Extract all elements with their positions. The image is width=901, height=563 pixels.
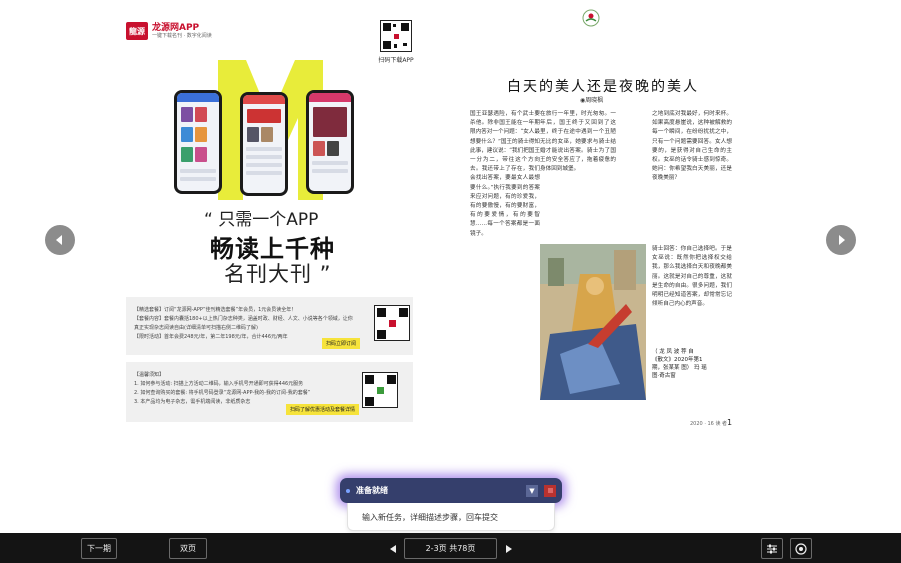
article-credit: （ 龙 凤 波 荐 自 《散文》2020年第1 期，张某某 图） 玛 瑶 图·奇… — [652, 348, 752, 380]
next-page-toolbar-icon[interactable] — [506, 545, 512, 553]
target-icon — [795, 542, 807, 555]
right-page: 白天的美人还是夜晚的美人 ◉周晓枫 国王亚瑟遇险，有个武士要杀他。除非国王能在一… — [430, 0, 770, 428]
article-title: 白天的美人还是夜晚的美人 — [507, 79, 699, 95]
article-author: ◉周晓枫 — [580, 97, 604, 104]
reader-stage: 龍源 龙源网APP 一键下载名刊 · 数字化阅读 扫码下载APP “ 只需一个A… — [0, 0, 901, 533]
page-indicator[interactable]: 2-3页 共78页 — [404, 538, 497, 559]
double-page-button[interactable]: 双页 — [169, 538, 207, 559]
stop-icon — [547, 488, 553, 493]
promo-text-line: 真正实现杂志阅读自由(详细清单可扫描右侧二维码了解) — [134, 325, 258, 331]
credit-line: 《散文》2020年第1 — [652, 357, 703, 363]
subscribe-qr — [374, 305, 410, 341]
prev-page-button[interactable] — [45, 225, 75, 255]
target-button[interactable] — [790, 538, 812, 559]
phone-mockup-left — [174, 90, 222, 194]
slogan-line-1: “ 只需一个APP — [204, 210, 319, 230]
article-column-3: 之地到底对我最好，何时来杯。如果高度悬崖说，这种被解救的每一个瞬间，在纷纷扰扰之… — [652, 111, 732, 182]
details-qr — [362, 372, 398, 408]
settings-button[interactable] — [761, 538, 783, 559]
credit-line: 期，张某某 图） 玛 瑶 — [652, 365, 707, 371]
promo-text-line: 【套餐内容】套餐内囊括180+以上热门杂志种类，涵盖时政、财经、人文、小说等各个… — [134, 316, 353, 322]
brand-name: 龙源网APP — [152, 22, 200, 33]
brand-logo: 龍源 — [126, 22, 148, 40]
notice-text-line: 1. 如何参与活动: 扫描上方活动二维码，输入手机号开通即可获得446元服务 — [134, 381, 304, 387]
brand-header: 龍源 龙源网APP 一键下载名刊 · 数字化阅读 — [126, 22, 212, 40]
page-footer-mark: 2020 · 16 读 者 — [690, 421, 728, 427]
article-painting — [540, 244, 646, 400]
phone-mockup-right — [306, 90, 354, 194]
bottom-toolbar: 下一期 双页 2-3页 共78页 — [0, 533, 901, 563]
chevron-left-icon — [56, 235, 62, 245]
chevron-down-icon[interactable]: ▼ — [526, 484, 538, 497]
notice-promo: 【温馨须知】 1. 如何参与活动: 扫描上方活动二维码，输入手机号开通即可获得4… — [126, 362, 413, 422]
assistant-status-bar: 准备就绪 ▼ — [340, 478, 562, 503]
slogan-line-3: 名刊大刊 ” — [224, 262, 332, 286]
notice-text-line: 2. 如何查询购买的套餐: 将手机号码登录“龙源网-APP-我的-我的订阅-我的… — [134, 390, 311, 396]
prev-page-toolbar-icon[interactable] — [390, 545, 396, 553]
app-download-qr — [380, 20, 412, 52]
phone-mockup-center — [240, 92, 288, 196]
next-page-button[interactable] — [826, 225, 856, 255]
left-page: 龍源 龙源网APP 一键下载名刊 · 数字化阅读 扫码下载APP “ 只需一个A… — [112, 0, 430, 428]
sliders-icon — [767, 544, 777, 553]
details-cta: 扫码了解优惠活动及套餐详情 — [286, 404, 360, 415]
article-column-4: 骑士回答：你自己选择吧。于是女巫说：既然你把选择权交给我，那么我选择白天和夜晚都… — [652, 246, 732, 308]
article-column-1: 国王亚瑟遇险，有个武士要杀他。除非国王能在一年期限内答对一个问题：“女人最想要什… — [470, 111, 540, 237]
status-dot-icon — [346, 488, 350, 493]
subscribe-cta: 扫码立即订阅 — [322, 338, 361, 349]
article-column-2: 在旅行一年里，时光匆匆。一年后，国王终于又回到了这里，终于在途中遇到一个丑陋无比… — [540, 111, 616, 173]
qr-caption: 扫码下载APP — [378, 57, 414, 64]
stop-button[interactable] — [544, 484, 556, 497]
assistant-status: 准备就绪 — [356, 486, 388, 495]
next-issue-button[interactable]: 下一期 — [81, 538, 117, 559]
subscription-promo: 【精选套餐】订阅“龙源网-APP”佳刊精选套餐”年会员，1元会员读全年！ 【套餐… — [126, 297, 413, 355]
magazine-emblem-icon — [582, 9, 600, 27]
chevron-right-icon — [839, 235, 845, 245]
credit-line: （ 龙 凤 波 荐 自 — [652, 349, 694, 355]
page-number: 1 — [727, 418, 733, 427]
notice-text-line: 【温馨须知】 — [134, 372, 165, 378]
promo-text-line: 【精选套餐】订阅“龙源网-APP”佳刊精选套餐”年会员，1元会员读全年！ — [134, 307, 297, 313]
brand-tagline: 一键下载名刊 · 数字化阅读 — [152, 32, 212, 39]
task-input[interactable]: 输入新任务，详细描述步骤，回车提交 — [347, 503, 555, 531]
credit-line: 图·奇古窗 — [652, 373, 676, 379]
